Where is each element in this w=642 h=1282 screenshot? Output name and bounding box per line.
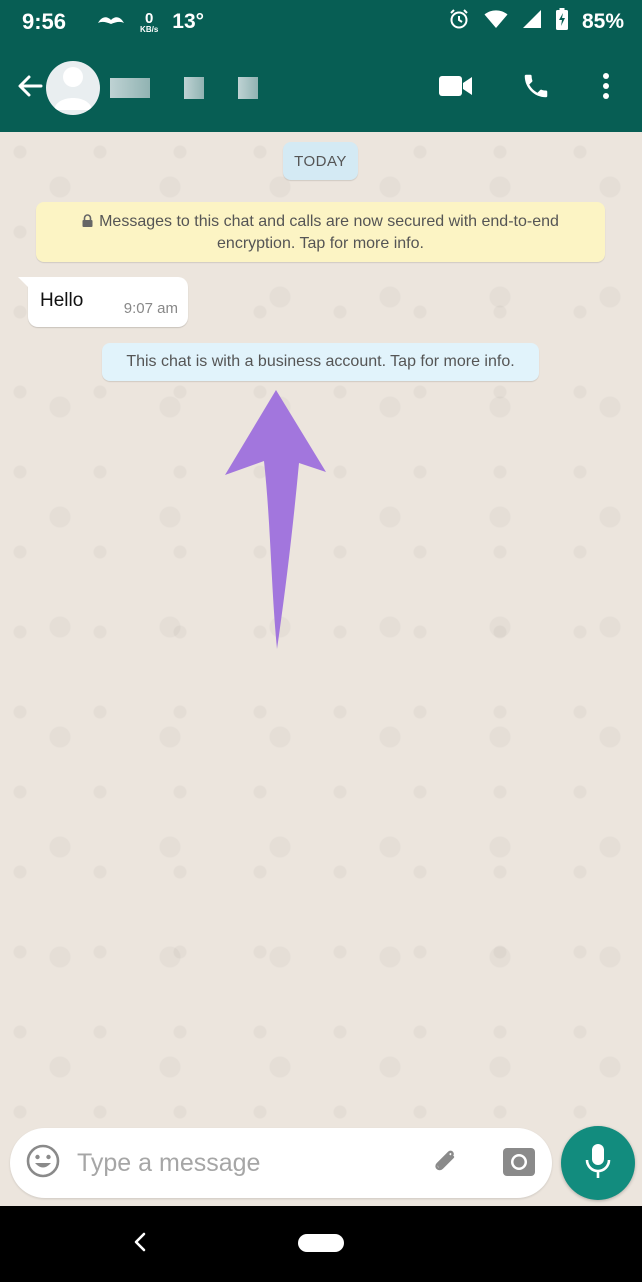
system-navigation-bar: [0, 1206, 642, 1282]
more-options-button[interactable]: [576, 58, 636, 118]
redacted-name-part: [238, 77, 258, 99]
chat-conversation[interactable]: TODAY Messages to this chat and calls ar…: [0, 132, 642, 1122]
camera-icon: [503, 1146, 535, 1181]
message-time: 9:07 am: [123, 300, 178, 317]
status-left: 9:56 0 KB/s 13°: [22, 9, 204, 35]
avatar-icon: [46, 61, 100, 115]
phone-icon: [521, 71, 551, 106]
video-call-button[interactable]: [416, 58, 496, 118]
back-arrow-icon: [16, 72, 44, 105]
incognito-icon: [96, 10, 126, 34]
network-speed: 0 KB/s: [140, 11, 158, 34]
encryption-notice-content: Messages to this chat and calls are now …: [56, 211, 585, 254]
battery-charging-icon: [555, 8, 568, 36]
business-account-notice[interactable]: This chat is with a business account. Ta…: [102, 343, 539, 381]
voice-message-button[interactable]: [561, 1126, 635, 1200]
video-call-icon: [439, 75, 473, 102]
battery-percent: 85%: [581, 10, 624, 33]
temperature: 13°: [172, 10, 205, 33]
whatsapp-chat-screen: 9:56 0 KB/s 13° 85% TODAY Messages to th…: [0, 0, 642, 1282]
cell-signal-icon: [522, 9, 542, 35]
chat-app-bar: [0, 44, 642, 132]
more-vert-icon: [602, 72, 610, 104]
status-right: 85%: [448, 8, 624, 36]
redacted-name-part: [184, 77, 204, 99]
redacted-name-part: [110, 78, 150, 98]
paperclip-icon: [427, 1143, 463, 1184]
annotation-arrow: [225, 390, 326, 649]
lock-icon: [82, 212, 93, 233]
attach-button[interactable]: [415, 1133, 475, 1193]
emoji-button[interactable]: [13, 1133, 73, 1193]
message-text: Hello: [40, 290, 84, 311]
wifi-icon: [484, 9, 508, 35]
nav-back-icon: [133, 1232, 147, 1257]
message-input[interactable]: [77, 1138, 407, 1188]
encryption-notice[interactable]: Messages to this chat and calls are now …: [36, 202, 605, 262]
camera-button[interactable]: [489, 1133, 549, 1193]
incoming-message[interactable]: Hello 9:07 am: [18, 277, 188, 327]
status-time: 9:56: [22, 9, 67, 34]
contact-name[interactable]: [110, 68, 258, 108]
date-chip: TODAY: [283, 142, 358, 180]
status-bar: 9:56 0 KB/s 13° 85%: [0, 0, 642, 44]
composer-area: [0, 1122, 642, 1206]
network-speed-value: 0: [144, 9, 154, 27]
emoji-icon: [25, 1143, 61, 1184]
voice-call-button[interactable]: [496, 58, 576, 118]
app-bar-actions: [416, 58, 642, 118]
system-back-button[interactable]: [118, 1226, 162, 1262]
contact-avatar[interactable]: [46, 61, 100, 115]
microphone-icon: [585, 1143, 611, 1184]
back-button[interactable]: [10, 72, 50, 105]
bubble-tail: [18, 277, 30, 289]
network-speed-unit: KB/s: [140, 24, 159, 34]
message-input-bar: [10, 1128, 552, 1198]
alarm-icon: [448, 8, 470, 36]
encryption-notice-text: Messages to this chat and calls are now …: [99, 212, 559, 252]
system-home-button[interactable]: [298, 1234, 344, 1252]
